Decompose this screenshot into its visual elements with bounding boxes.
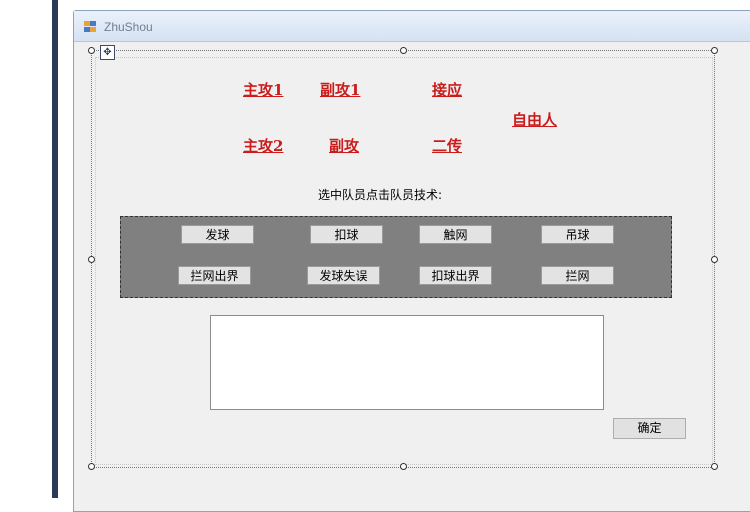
resize-handle-bottom-left[interactable] bbox=[88, 463, 95, 470]
app-icon bbox=[84, 21, 97, 33]
title-bar[interactable]: ZhuShou bbox=[74, 11, 750, 42]
resize-handle-bottom[interactable] bbox=[400, 463, 407, 470]
technique-button-net-touch[interactable]: 触网 bbox=[419, 225, 492, 244]
technique-button-spike[interactable]: 扣球 bbox=[310, 225, 383, 244]
player-link-receive[interactable]: 接应 bbox=[432, 79, 462, 100]
player-link-libero[interactable]: 自由人 bbox=[512, 109, 557, 130]
player-link-main2[interactable]: 主攻2 bbox=[243, 135, 283, 156]
record-text-area[interactable] bbox=[210, 315, 604, 410]
technique-panel: 发球 扣球 触网 吊球 拦网出界 发球失误 扣球出界 拦网 bbox=[120, 216, 672, 298]
move-handle-icon[interactable]: ✥ bbox=[100, 45, 115, 60]
resize-handle-top[interactable] bbox=[400, 47, 407, 54]
resize-handle-top-left[interactable] bbox=[88, 47, 95, 54]
technique-button-block[interactable]: 拦网 bbox=[541, 266, 614, 285]
technique-button-block-out[interactable]: 拦网出界 bbox=[178, 266, 251, 285]
instruction-label: 选中队员点击队员技术: bbox=[318, 188, 443, 202]
resize-handle-right[interactable] bbox=[711, 256, 718, 263]
technique-button-serve-error[interactable]: 发球失误 bbox=[307, 266, 380, 285]
resize-handle-bottom-right[interactable] bbox=[711, 463, 718, 470]
resize-handle-left[interactable] bbox=[88, 256, 95, 263]
confirm-button[interactable]: 确定 bbox=[613, 418, 686, 439]
ide-left-border bbox=[52, 0, 58, 498]
technique-button-serve[interactable]: 发球 bbox=[181, 225, 254, 244]
player-link-sub1[interactable]: 副攻1 bbox=[320, 79, 360, 100]
player-link-setter[interactable]: 二传 bbox=[432, 135, 462, 156]
technique-button-spike-out[interactable]: 扣球出界 bbox=[419, 266, 492, 285]
player-link-main1[interactable]: 主攻1 bbox=[243, 79, 283, 100]
technique-button-tip[interactable]: 吊球 bbox=[541, 225, 614, 244]
window-title: ZhuShou bbox=[104, 20, 153, 34]
resize-handle-top-right[interactable] bbox=[711, 47, 718, 54]
player-link-sub2[interactable]: 副攻 bbox=[329, 135, 359, 156]
